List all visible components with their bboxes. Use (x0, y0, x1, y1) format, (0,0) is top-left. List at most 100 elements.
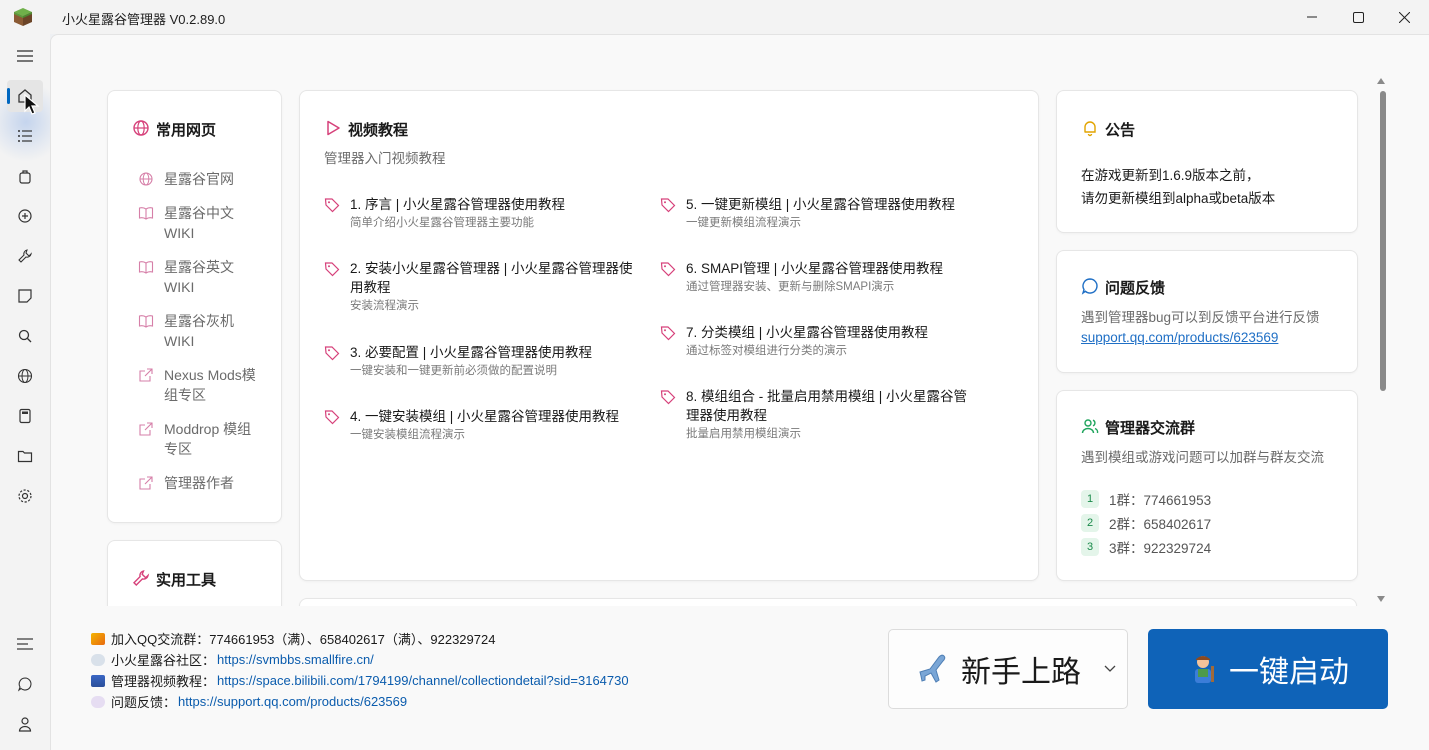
film-icon (91, 674, 105, 687)
link-stardew-official[interactable]: 星露谷官网 (138, 169, 258, 189)
video-item-3[interactable]: 3. 必要配置 | 小火星露谷管理器使用教程 一键安装和一键更新前必须做的配置说明 (324, 343, 634, 379)
group-item-1[interactable]: 1 1群：774661953 (1081, 489, 1211, 509)
chevron-down-icon[interactable] (1104, 665, 1116, 673)
link-huiji-wiki[interactable]: 星露谷灰机WIKI (138, 311, 258, 351)
video-item-5[interactable]: 5. 一键更新模组 | 小火星露谷管理器使用教程 一键更新模组流程演示 (660, 195, 970, 231)
nav-calculator[interactable] (7, 400, 43, 432)
video-desc: 一键安装和一键更新前必须做的配置说明 (350, 365, 557, 377)
announcement-card: 公告 在游戏更新到1.6.9版本之前， 请勿更新模组到alpha或beta版本 (1056, 90, 1358, 233)
title-bar: 小火星露谷管理器 V0.2.89.0 (0, 0, 1429, 34)
link-cn-wiki[interactable]: 星露谷中文WIKI (138, 203, 258, 243)
nav-web[interactable] (7, 360, 43, 392)
tag-icon (324, 410, 340, 425)
folder-icon (17, 450, 33, 463)
minimize-button[interactable] (1289, 0, 1335, 34)
nav-tools[interactable] (7, 240, 43, 272)
close-button[interactable] (1381, 0, 1427, 34)
link-label: 星露谷中文WIKI (164, 205, 234, 241)
video-desc: 通过管理器安装、更新与删除SMAPI演示 (686, 281, 895, 293)
video-tutorials-card: 视频教程 管理器入门视频教程 1. 序言 | 小火星露谷管理器使用教程 简单介绍小… (299, 90, 1039, 581)
video-item-2[interactable]: 2. 安装小火星露谷管理器 | 小火星露谷管理器使用教程 安装流程演示 (324, 259, 634, 314)
qq-group-icon (91, 632, 105, 645)
video-desc: 批量启用禁用模组演示 (686, 428, 801, 440)
info-value: 774661953（满）、658402617（满）、922329724 (209, 632, 496, 647)
bell-icon (1084, 121, 1096, 137)
nav-notes[interactable] (7, 280, 43, 312)
video-item-7[interactable]: 7. 分类模组 | 小火星露谷管理器使用教程 通过标签对模组进行分类的演示 (660, 323, 970, 359)
info-video-tutorial: 管理器视频教程： https://space.bilibili.com/1794… (91, 671, 629, 690)
feedback-url-link[interactable]: https://support.qq.com/products/623569 (178, 694, 407, 709)
tag-icon (324, 346, 340, 361)
group-label: 3群：922329724 (1109, 541, 1212, 556)
group-number-badge: 1 (1081, 490, 1099, 508)
video-title: 7. 分类模组 | 小火星露谷管理器使用教程 (686, 325, 929, 340)
nav-list-view[interactable] (7, 628, 43, 660)
search-icon (18, 329, 32, 343)
video-item-8[interactable]: 8. 模组组合 - 批量启用禁用模组 | 小火星露谷管理器使用教程批量启用禁用模… (660, 387, 970, 442)
video-desc: 简单介绍小火星露谷管理器主要功能 (350, 217, 534, 229)
lower-card (299, 598, 1357, 606)
tutorial-url-link[interactable]: https://space.bilibili.com/1794199/chann… (217, 673, 629, 688)
info-label: 小火星露谷社区： (111, 653, 216, 668)
feedback-link[interactable]: support.qq.com/products/623569 (1081, 330, 1278, 345)
info-label: 问题反馈： (111, 695, 177, 710)
nav-mod-list[interactable] (7, 120, 43, 152)
video-title: 3. 必要配置 | 小火星露谷管理器使用教程 (350, 345, 593, 360)
video-desc: 安装流程演示 (350, 300, 419, 312)
video-item-6[interactable]: 6. SMAPI管理 | 小火星露谷管理器使用教程 通过管理器安装、更新与删除SM… (660, 259, 970, 295)
book-icon (138, 315, 154, 328)
feedback-text: 遇到管理器bug可以到反馈平台进行反馈 (1081, 310, 1320, 325)
nav-mods[interactable] (7, 200, 43, 232)
info-qq-groups: 加入QQ交流群： 774661953（满）、658402617（满）、92232… (91, 629, 495, 648)
link-nexus-mods[interactable]: Nexus Mods模组专区 (138, 365, 258, 405)
group-number-badge: 2 (1081, 514, 1099, 532)
nav-folder[interactable] (7, 440, 43, 472)
nav-search[interactable] (7, 320, 43, 352)
nav-account[interactable] (7, 708, 43, 740)
scrollbar-thumb[interactable] (1380, 91, 1386, 391)
scroll-down-arrow-icon[interactable] (1376, 595, 1386, 603)
feedback-card: 问题反馈 遇到管理器bug可以到反馈平台进行反馈 support.qq.com/… (1056, 250, 1358, 373)
video-item-1[interactable]: 1. 序言 | 小火星露谷管理器使用教程 简单介绍小火星露谷管理器主要功能 (324, 195, 634, 231)
scroll-up-arrow-icon[interactable] (1376, 77, 1386, 85)
farmer-icon (1195, 656, 1214, 683)
announcement-line: 在游戏更新到1.6.9版本之前， (1081, 168, 1260, 183)
lines-icon (17, 638, 33, 650)
airplane-icon (919, 654, 946, 683)
video-title: 4. 一键安装模组 | 小火星露谷管理器使用教程 (350, 409, 620, 424)
tools-card: 实用工具 (107, 540, 282, 606)
nav-packages[interactable] (7, 160, 43, 192)
window-title: 小火星露谷管理器 V0.2.89.0 (62, 12, 226, 27)
nav-settings[interactable] (7, 480, 43, 512)
note-icon (18, 289, 32, 303)
announcement-text: 在游戏更新到1.6.9版本之前， 请勿更新模组到alpha或beta版本 (1081, 164, 1275, 210)
link-author[interactable]: 管理器作者 (138, 473, 258, 493)
globe-icon (139, 172, 153, 186)
info-community: 小火星露谷社区： https://svmbbs.smallfire.cn/ (91, 650, 374, 669)
minimize-icon (1307, 16, 1317, 18)
video-title: 8. 模组组合 - 批量启用禁用模组 | 小火星露谷管理器使用教程 (686, 389, 968, 423)
tools-title: 实用工具 (156, 572, 217, 589)
chat-icon (17, 677, 32, 692)
menu-toggle-button[interactable] (7, 40, 43, 72)
bag-icon (19, 170, 31, 184)
chat-bubble-icon (1081, 278, 1098, 295)
home-scroll-area[interactable]: 常用网页 星露谷官网 星露谷中文WIKI 星露谷英文WIKI 星露谷灰机WIKI… (91, 73, 1391, 606)
video-desc: 一键更新模组流程演示 (686, 217, 801, 229)
video-item-4[interactable]: 4. 一键安装模组 | 小火星露谷管理器使用教程 一键安装模组流程演示 (324, 407, 634, 443)
link-label: 星露谷英文WIKI (164, 259, 234, 295)
link-moddrop[interactable]: Moddrop 模组专区 (138, 419, 258, 459)
community-url-link[interactable]: https://svmbbs.smallfire.cn/ (217, 652, 374, 667)
groups-text: 遇到模组或游戏问题可以加群与群友交流 (1081, 450, 1324, 465)
link-en-wiki[interactable]: 星露谷英文WIKI (138, 257, 258, 297)
group-item-3[interactable]: 3 3群：922329724 (1081, 537, 1211, 557)
info-feedback: 问题反馈： https://support.qq.com/products/62… (91, 692, 407, 711)
mouse-cursor-icon (24, 94, 40, 115)
link-label: 管理器作者 (164, 475, 234, 491)
newbie-guide-button[interactable]: 新手上路 (888, 629, 1128, 709)
nav-feedback[interactable] (7, 668, 43, 700)
maximize-button[interactable] (1335, 0, 1381, 34)
group-item-2[interactable]: 2 2群：658402617 (1081, 513, 1211, 533)
tag-icon (660, 390, 676, 405)
one-click-launch-button[interactable]: 一键启动 (1148, 629, 1388, 709)
